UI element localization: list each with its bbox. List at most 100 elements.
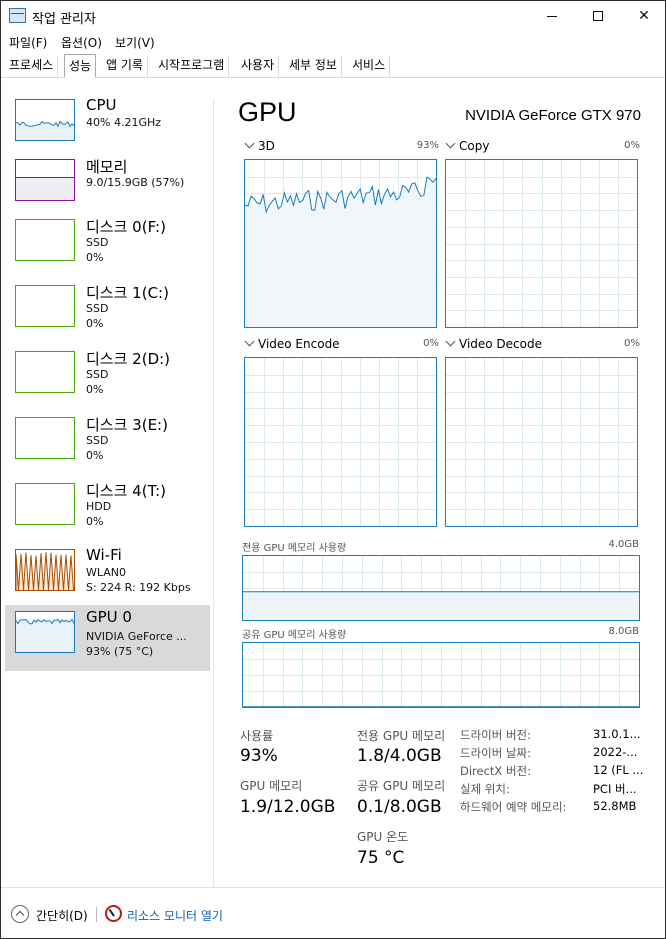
sidebar-item-type: SSD — [86, 236, 109, 249]
engine-label: Video Decode — [459, 337, 542, 351]
tab-processes[interactable]: 프로세스 — [5, 56, 59, 77]
sidebar-item-name: 디스크 1(C:) — [86, 284, 169, 302]
maximize-button[interactable] — [575, 1, 621, 31]
gpu-thumbnail-graph — [15, 611, 75, 653]
sidebar-item-usage: 0% — [86, 251, 104, 264]
tab-startup[interactable]: 시작프로그램 — [154, 56, 230, 77]
dedicated-memory-graph — [242, 555, 640, 621]
thumbnail-chart — [16, 484, 74, 524]
sidebar-item-throughput: S: 224 R: 192 Kbps — [86, 581, 191, 594]
sidebar-item-disk-2[interactable]: 디스크 2(D:) SSD 0% — [5, 345, 210, 411]
engine-3d-graph — [244, 159, 437, 328]
sidebar-item-name: GPU 0 — [86, 608, 132, 626]
menu-options[interactable]: 옵션(O) — [61, 34, 102, 51]
engine-3d-selector[interactable]: 3D — [244, 138, 275, 153]
sidebar-item-detail: 9.0/15.9GB (57%) — [86, 176, 185, 189]
menu-file[interactable]: 파일(F) — [9, 34, 47, 51]
chevron-down-icon — [244, 138, 255, 149]
sidebar-item-cpu[interactable]: CPU 40% 4.21GHz — [5, 93, 210, 159]
footer-divider — [1, 887, 665, 888]
engine-label: Video Encode — [258, 337, 340, 351]
chevron-up-icon[interactable] — [11, 905, 29, 923]
sidebar-item-name: Wi-Fi — [86, 546, 122, 564]
disk-thumbnail-graph — [15, 219, 75, 261]
tab-details[interactable]: 세부 정보 — [285, 56, 342, 77]
thumbnail-chart — [16, 177, 74, 200]
hardware-reserved-memory-label: 하드웨어 예약 메모리: — [460, 800, 567, 814]
engine-video-decode-selector[interactable]: Video Decode — [445, 336, 542, 351]
tab-app-history[interactable]: 앱 기록 — [102, 56, 148, 77]
tab-services[interactable]: 서비스 — [348, 56, 391, 77]
thumbnail-chart — [16, 352, 74, 392]
engine-video-encode-graph — [244, 357, 437, 527]
page-title: GPU — [238, 97, 297, 127]
resource-sidebar: CPU 40% 4.21GHz 메모리 9.0/15.9GB (57%) 디스크… — [1, 79, 213, 885]
menu-view[interactable]: 보기(V) — [115, 34, 155, 51]
close-icon: ✕ — [638, 8, 650, 24]
sidebar-item-name: 디스크 2(D:) — [86, 350, 171, 368]
engine-copy-selector[interactable]: Copy — [445, 138, 489, 153]
engine-percent: 0% — [423, 338, 439, 349]
sidebar-item-name: 메모리 — [86, 158, 128, 176]
driver-date-label: 드라이버 날짜: — [460, 746, 532, 760]
tab-users[interactable]: 사용자 — [237, 56, 280, 77]
sidebar-item-wifi[interactable]: Wi-Fi WLAN0 S: 224 R: 192 Kbps — [5, 543, 210, 609]
tab-performance[interactable]: 성능 — [64, 54, 97, 78]
dedicated-memory-stat-value: 1.8/4.0GB — [357, 746, 442, 766]
shared-memory-stat-label: 공유 GPU 메모리 — [357, 779, 446, 793]
engine-percent: 0% — [624, 140, 640, 151]
sidebar-item-name: 디스크 4(T:) — [86, 482, 166, 500]
dedicated-memory-chart — [243, 556, 639, 620]
wifi-thumbnail-graph — [15, 549, 75, 591]
sidebar-item-usage: 93% (75 °C) — [86, 645, 154, 658]
disk-thumbnail-graph — [15, 417, 75, 459]
chevron-down-icon — [445, 138, 456, 149]
tab-bar: 프로세스 성능 앱 기록 시작프로그램 사용자 세부 정보 서비스 — [1, 54, 665, 78]
engine-percent: 93% — [416, 140, 439, 151]
sidebar-item-disk-3[interactable]: 디스크 3(E:) SSD 0% — [5, 411, 210, 477]
engine-video-encode-chart — [245, 358, 436, 526]
driver-version-label: 드라이버 버전: — [460, 728, 532, 742]
sidebar-item-memory[interactable]: 메모리 9.0/15.9GB (57%) — [5, 153, 210, 219]
sidebar-item-type: HDD — [86, 500, 112, 513]
physical-location-label: 실제 위치: — [460, 782, 510, 796]
minimize-button[interactable] — [529, 1, 575, 31]
disk-thumbnail-graph — [15, 351, 75, 393]
engine-3d-chart — [245, 160, 436, 327]
footer-separator — [96, 907, 97, 922]
sidebar-item-name: 디스크 3(E:) — [86, 416, 168, 434]
driver-version-value: 31.0.1... — [593, 727, 641, 741]
chevron-down-icon — [244, 336, 255, 347]
shared-memory-label: 공유 GPU 메모리 사용량 — [242, 630, 347, 641]
shared-memory-chart — [243, 643, 639, 707]
task-manager-icon — [9, 8, 26, 23]
sidebar-item-model: NVIDIA GeForce ... — [86, 630, 187, 643]
sidebar-item-name: CPU — [86, 96, 117, 114]
close-button[interactable]: ✕ — [621, 1, 665, 31]
usage-label: 사용률 — [240, 729, 274, 743]
resource-monitor-icon[interactable] — [105, 905, 122, 922]
sidebar-item-usage: 0% — [86, 515, 104, 528]
usage-value: 93% — [240, 746, 278, 766]
sidebar-item-disk-1[interactable]: 디스크 1(C:) SSD 0% — [5, 279, 210, 345]
physical-location-value: PCI 버... — [593, 782, 637, 796]
open-resource-monitor-link[interactable]: 리소스 모니터 열기 — [127, 907, 223, 924]
fewer-details-button[interactable]: 간단히(D) — [36, 907, 88, 924]
engine-copy-chart — [446, 160, 637, 327]
disk-thumbnail-graph — [15, 285, 75, 327]
directx-version-value: 12 (FL ... — [593, 763, 644, 777]
thumbnail-chart — [15, 120, 75, 140]
sidebar-item-disk-0[interactable]: 디스크 0(F:) SSD 0% — [5, 213, 210, 279]
memory-thumbnail-graph — [15, 159, 75, 201]
gpu-temperature-label: GPU 온도 — [357, 830, 409, 844]
sidebar-item-detail: 40% 4.21GHz — [86, 116, 162, 129]
hardware-reserved-memory-value: 52.8MB — [593, 799, 637, 813]
engine-video-encode-selector[interactable]: Video Encode — [244, 336, 340, 351]
engine-percent: 0% — [624, 338, 640, 349]
sidebar-item-gpu[interactable]: GPU 0 NVIDIA GeForce ... 93% (75 °C) — [5, 605, 210, 671]
gpu-model-name: NVIDIA GeForce GTX 970 — [465, 107, 641, 124]
sidebar-item-usage: 0% — [86, 317, 104, 330]
sidebar-item-disk-4[interactable]: 디스크 4(T:) HDD 0% — [5, 477, 210, 543]
thumbnail-chart — [15, 552, 74, 591]
sidebar-item-usage: 0% — [86, 449, 104, 462]
